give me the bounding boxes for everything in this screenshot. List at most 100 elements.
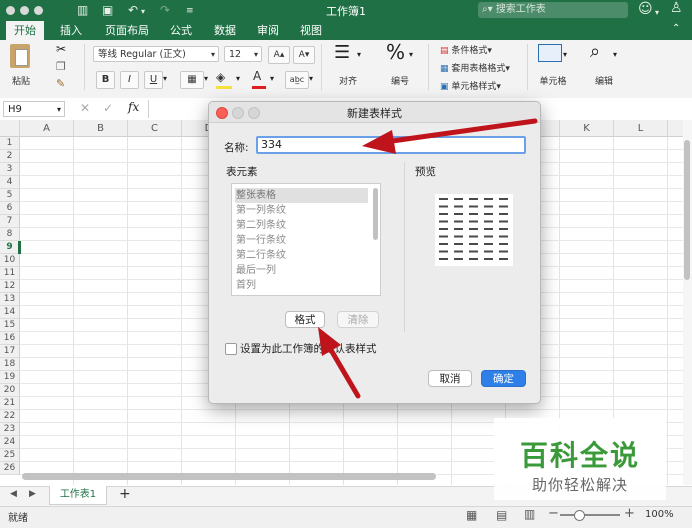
- vertical-scroll-thumb[interactable]: [684, 140, 690, 280]
- phonetic-icon[interactable]: ab̲c: [285, 71, 309, 89]
- row-header[interactable]: 22: [0, 410, 20, 423]
- horizontal-scroll-thumb[interactable]: [22, 473, 436, 480]
- tab-page-layout[interactable]: 页面布局: [99, 21, 155, 40]
- confirm-entry-icon[interactable]: ✓: [103, 101, 113, 115]
- row-header[interactable]: 1: [0, 137, 20, 150]
- list-scroll-thumb[interactable]: [373, 188, 378, 240]
- table-elements-list[interactable]: 整张表格 第一列条纹 第二列条纹 第一行条纹 第二行条纹 最后一列 首列: [231, 183, 381, 296]
- row-header[interactable]: 18: [0, 358, 20, 371]
- cut-icon[interactable]: ✂: [56, 42, 66, 56]
- list-item[interactable]: 第一行条纹: [235, 233, 368, 248]
- table-format-button[interactable]: ▦ 套用表格格式▾: [440, 61, 510, 74]
- tab-review[interactable]: 审阅: [250, 21, 286, 40]
- style-name-input[interactable]: 334: [256, 136, 526, 154]
- underline-button[interactable]: U: [144, 71, 163, 89]
- row-header[interactable]: 17: [0, 345, 20, 358]
- name-box[interactable]: H9 ▾: [3, 101, 65, 117]
- font-color-icon[interactable]: A: [253, 69, 261, 83]
- list-item[interactable]: 首列: [235, 278, 368, 293]
- row-header[interactable]: 11: [0, 267, 20, 280]
- chevron-down-icon[interactable]: ▾: [163, 74, 167, 83]
- column-header[interactable]: A: [20, 120, 74, 137]
- chevron-down-icon[interactable]: ▾: [270, 74, 274, 83]
- row-header[interactable]: 10: [0, 254, 20, 267]
- row-header[interactable]: 26: [0, 462, 20, 475]
- tab-insert[interactable]: 插入: [51, 21, 91, 40]
- increase-font-icon[interactable]: A▴: [268, 46, 290, 64]
- fill-color-icon[interactable]: ◈: [216, 70, 225, 84]
- row-header[interactable]: 16: [0, 332, 20, 345]
- format-button[interactable]: 格式: [285, 311, 325, 328]
- prev-sheet-icon[interactable]: ◀: [10, 489, 17, 499]
- chevron-down-icon[interactable]: ▾: [409, 50, 413, 59]
- row-header[interactable]: 4: [0, 176, 20, 189]
- bold-button[interactable]: B: [96, 71, 115, 89]
- row-header[interactable]: 14: [0, 306, 20, 319]
- cells-icon[interactable]: [538, 44, 562, 62]
- list-item[interactable]: 第二行条纹: [235, 248, 368, 263]
- column-header[interactable]: B: [74, 120, 128, 137]
- tab-home[interactable]: 开始: [6, 21, 44, 40]
- chevron-down-icon[interactable]: ▾: [309, 74, 313, 83]
- chevron-down-icon[interactable]: ▾: [613, 50, 617, 59]
- decrease-font-icon[interactable]: A▾: [293, 46, 315, 64]
- borders-icon[interactable]: ▦: [180, 71, 204, 89]
- collapse-ribbon-icon[interactable]: ⌃: [672, 23, 680, 34]
- font-size-select[interactable]: 12 ▾: [224, 46, 262, 62]
- row-header[interactable]: 23: [0, 423, 20, 436]
- row-header[interactable]: 8: [0, 228, 20, 241]
- row-header[interactable]: 20: [0, 384, 20, 397]
- conditional-format-button[interactable]: ▤ 条件格式▾: [440, 43, 492, 56]
- row-header[interactable]: 7: [0, 215, 20, 228]
- row-header[interactable]: 12: [0, 280, 20, 293]
- italic-button[interactable]: I: [120, 71, 139, 89]
- search-input[interactable]: ⌕▾ 搜索工作表: [478, 2, 628, 18]
- percent-icon[interactable]: %: [386, 42, 405, 62]
- row-header[interactable]: 9: [0, 241, 20, 254]
- row-header[interactable]: 13: [0, 293, 20, 306]
- select-all-corner[interactable]: [0, 120, 20, 137]
- font-name-select[interactable]: 等线 Regular (正文) ▾: [93, 46, 219, 62]
- column-header[interactable]: C: [128, 120, 182, 137]
- list-item[interactable]: 第二列条纹: [235, 218, 368, 233]
- align-icon[interactable]: ☰: [334, 44, 350, 62]
- zoom-slider-thumb[interactable]: [574, 510, 585, 521]
- row-header[interactable]: 15: [0, 319, 20, 332]
- row-header[interactable]: 19: [0, 371, 20, 384]
- feedback-dropdown-icon[interactable]: ▾: [655, 6, 659, 20]
- row-header[interactable]: 3: [0, 163, 20, 176]
- format-painter-icon[interactable]: ✎: [56, 77, 65, 90]
- tab-data[interactable]: 数据: [207, 21, 243, 40]
- zoom-out-button[interactable]: −: [548, 506, 559, 521]
- row-header[interactable]: 25: [0, 449, 20, 462]
- page-break-view-icon[interactable]: ▥: [524, 507, 535, 521]
- zoom-in-button[interactable]: +: [624, 506, 635, 521]
- cancel-entry-icon[interactable]: ✕: [80, 101, 90, 115]
- chevron-down-icon[interactable]: ▾: [236, 74, 240, 83]
- list-item[interactable]: 整张表格: [235, 188, 368, 203]
- paste-icon[interactable]: [10, 44, 30, 68]
- chevron-down-icon[interactable]: ▾: [357, 50, 361, 59]
- next-sheet-icon[interactable]: ▶: [29, 489, 36, 499]
- vertical-scrollbar[interactable]: [683, 120, 692, 485]
- column-header[interactable]: M: [668, 120, 683, 137]
- column-header[interactable]: K: [560, 120, 614, 137]
- ok-button[interactable]: 确定: [481, 370, 526, 387]
- default-style-checkbox[interactable]: [225, 343, 237, 355]
- tab-formulas[interactable]: 公式: [163, 21, 199, 40]
- row-header[interactable]: 6: [0, 202, 20, 215]
- sheet-tab-active[interactable]: 工作表1: [49, 486, 107, 505]
- chevron-down-icon[interactable]: ▾: [563, 50, 567, 59]
- page-layout-view-icon[interactable]: ▤: [496, 508, 507, 522]
- list-item[interactable]: 最后一列: [235, 263, 368, 278]
- search-magnifier-icon[interactable]: ⌕: [590, 42, 600, 62]
- cell-style-button[interactable]: ▣ 单元格样式▾: [440, 79, 501, 92]
- copy-icon[interactable]: ❐: [56, 60, 66, 73]
- share-user-icon[interactable]: ♙: [670, 1, 683, 15]
- normal-view-icon[interactable]: ▦: [466, 508, 477, 522]
- cancel-button[interactable]: 取消: [428, 370, 472, 387]
- row-header[interactable]: 24: [0, 436, 20, 449]
- chevron-down-icon[interactable]: ▾: [204, 74, 208, 83]
- row-header[interactable]: 21: [0, 397, 20, 410]
- zoom-slider[interactable]: [560, 514, 620, 516]
